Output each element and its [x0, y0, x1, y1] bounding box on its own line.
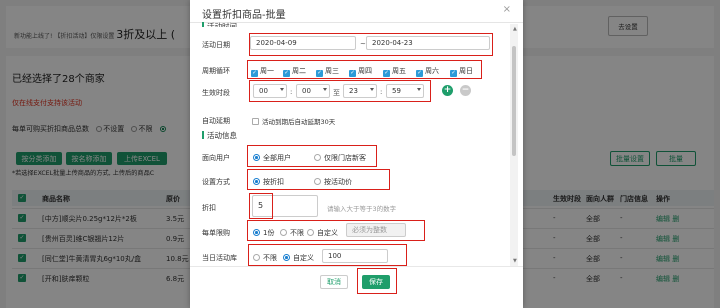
highlight-weekdays: [247, 60, 482, 79]
auto-renew-checkbox[interactable]: 活动到期后自动延期30天: [252, 116, 335, 126]
section-activity-info: 活动信息: [202, 130, 237, 141]
date-label: 活动日期: [202, 41, 230, 49]
footer-divider: [190, 266, 523, 267]
highlight-daily-stock: [248, 244, 407, 266]
highlight-save: [357, 268, 397, 294]
remove-period-icon[interactable]: −: [460, 85, 471, 96]
auto-renew-text: 活动到期后自动延期30天: [262, 118, 336, 126]
dialog-divider: [190, 22, 523, 23]
dialog-title: 设置折扣商品-批量: [202, 10, 286, 21]
highlight-date-range: [249, 33, 493, 56]
highlight-time-period: [249, 80, 431, 102]
daily-stock-label: 当日活动库: [202, 254, 237, 262]
add-period-icon[interactable]: +: [442, 85, 453, 96]
discount-label: 折扣: [202, 204, 216, 212]
method-label: 设置方式: [202, 178, 230, 186]
section-activity-time: 活动时间: [202, 21, 237, 27]
auto-renew-label: 自动延期: [202, 117, 230, 125]
highlight-discount: [249, 193, 273, 219]
close-icon[interactable]: ×: [503, 4, 511, 15]
highlight-audience: [247, 145, 377, 167]
scroll-up-icon[interactable]: ▲: [513, 26, 517, 32]
period-label: 生效时段: [202, 89, 230, 97]
checkbox-box: [252, 118, 259, 125]
discount-hint: 请输入大于等于3的数字: [327, 205, 397, 213]
highlight-method: [247, 169, 390, 190]
audience-label: 面向用户: [202, 154, 230, 162]
highlight-per-order: [247, 220, 425, 241]
cancel-button[interactable]: 取消: [320, 275, 348, 289]
scrollbar-thumb[interactable]: [512, 46, 516, 156]
scroll-down-icon[interactable]: ▼: [513, 258, 517, 264]
dialog-scrollbar[interactable]: [510, 24, 518, 266]
batch-discount-dialog: 设置折扣商品-批量 × ▲ ▼ 活动时间 活动日期 2020-04-09 ~ 2…: [190, 0, 523, 308]
cycle-label: 周期循环: [202, 67, 230, 75]
per-order-label: 每单限购: [202, 229, 230, 237]
